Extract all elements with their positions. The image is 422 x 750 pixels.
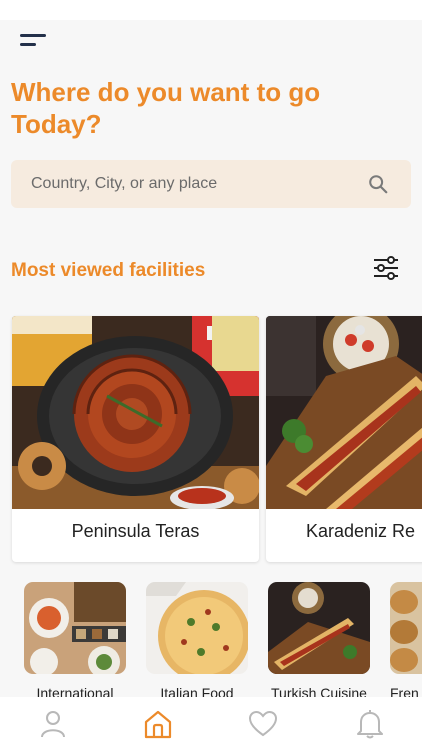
- search-input[interactable]: [11, 160, 351, 208]
- category-image-international: [24, 582, 126, 674]
- heart-icon[interactable]: [248, 709, 278, 739]
- home-icon[interactable]: [143, 709, 173, 739]
- facility-card-peninsula-teras[interactable]: Peninsula Teras: [12, 316, 259, 562]
- category-turkish-cuisine[interactable]: Turkish Cuisine: [268, 582, 370, 701]
- facility-image-pide: [266, 316, 422, 509]
- section-title-facilities: Most viewed facilities: [11, 260, 206, 281]
- app-screen: Where do you want to go Today? Most view…: [0, 20, 422, 750]
- category-image-turkish: [268, 582, 370, 674]
- facility-card-karadeniz[interactable]: Karadeniz Re: [266, 316, 422, 562]
- facility-carousel[interactable]: Peninsula Teras Karadeniz Re: [12, 316, 422, 564]
- search-bar: [11, 160, 411, 208]
- facility-image-sausage: [12, 316, 259, 509]
- category-italian-food[interactable]: Italian Food: [146, 582, 248, 701]
- facility-name: Peninsula Teras: [71, 521, 200, 541]
- sliders-icon[interactable]: [372, 255, 400, 281]
- user-icon[interactable]: [38, 709, 68, 739]
- facility-name: Karadeniz Re: [306, 521, 416, 541]
- category-international[interactable]: International: [24, 582, 126, 701]
- category-image-french: [390, 582, 422, 674]
- menu-icon[interactable]: [20, 34, 48, 52]
- category-french[interactable]: Fren: [390, 582, 422, 701]
- category-image-italian: [146, 582, 248, 674]
- category-carousel[interactable]: International Italian Food Turkish Cuisi…: [0, 582, 422, 702]
- page-headline: Where do you want to go Today?: [11, 77, 321, 139]
- bell-icon[interactable]: [355, 709, 385, 739]
- search-icon[interactable]: [367, 173, 389, 195]
- bottom-navigation: [0, 697, 422, 750]
